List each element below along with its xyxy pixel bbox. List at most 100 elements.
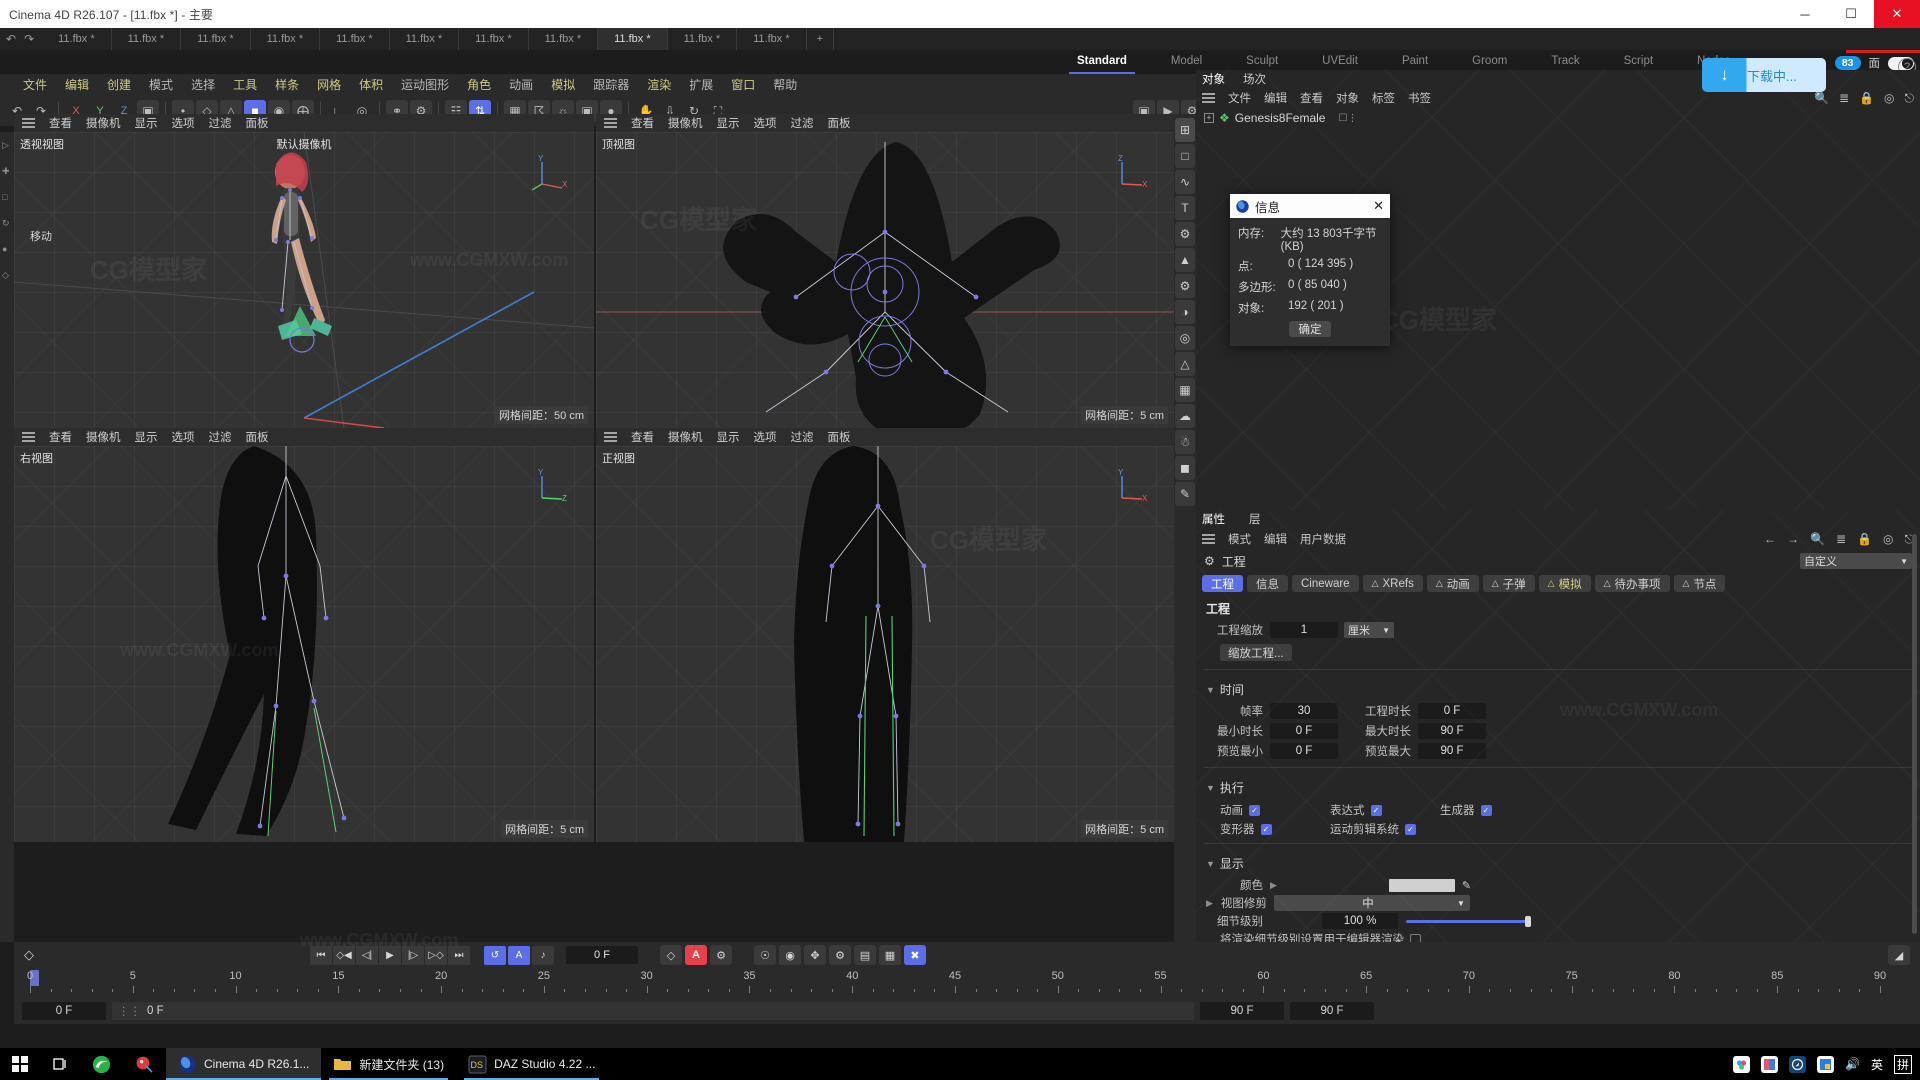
vp-menu-camera[interactable]: 摄像机 xyxy=(86,429,121,445)
time-group-header[interactable]: ▼ 时间 xyxy=(1206,676,1920,701)
vp-menu-display[interactable]: 显示 xyxy=(135,429,158,445)
document-tab[interactable]: 11.fbx * xyxy=(459,28,529,50)
vp-menu-options[interactable]: 选项 xyxy=(754,115,777,131)
vp-menu-panel[interactable]: 面板 xyxy=(246,429,269,445)
point-level-icon[interactable]: ▦ xyxy=(879,945,901,965)
menu-item[interactable]: 选择 xyxy=(182,74,224,96)
back-arrow-icon[interactable]: ← xyxy=(1764,532,1776,547)
mograph-icon[interactable]: ▦ xyxy=(1175,378,1195,402)
attr-tab-动画[interactable]: △ 动画 xyxy=(1426,575,1479,592)
task-view-button[interactable] xyxy=(40,1048,80,1080)
ime-english-label[interactable]: 英 xyxy=(1871,1056,1883,1073)
om-menu-file[interactable]: 文件 xyxy=(1228,90,1251,106)
attribute-menu-icon[interactable] xyxy=(1202,534,1215,544)
menu-item[interactable]: 动画 xyxy=(500,74,542,96)
om-menu-view[interactable]: 查看 xyxy=(1300,90,1323,106)
menu-item[interactable]: 样条 xyxy=(266,74,308,96)
chevron-right-icon[interactable]: ▶ xyxy=(1206,898,1213,909)
menu-item[interactable]: 帮助 xyxy=(764,74,806,96)
time-field-input[interactable]: 90 F xyxy=(1418,743,1486,759)
vp-menu-filter[interactable]: 过滤 xyxy=(209,429,232,445)
vp-menu-panel[interactable]: 面板 xyxy=(828,115,851,131)
autokey-record-icon[interactable]: A xyxy=(685,945,707,965)
taskbar-item-daz[interactable]: DS DAZ Studio 4.22 ... xyxy=(456,1048,607,1080)
volume-icon[interactable]: ◼ xyxy=(1175,456,1195,480)
vp-menu-filter[interactable]: 过滤 xyxy=(791,115,814,131)
attr-tab-待办事项[interactable]: △ 待办事项 xyxy=(1594,575,1670,592)
app-compass-icon[interactable] xyxy=(1789,1055,1807,1073)
taskbar-item-edge[interactable] xyxy=(80,1048,123,1080)
viewport-top[interactable]: 顶视图 网格间距：5 cm Z X xyxy=(596,132,1174,428)
color-swatch[interactable] xyxy=(1388,878,1455,892)
menu-item[interactable]: 跟踪器 xyxy=(584,74,638,96)
tab-objects[interactable]: 对象 xyxy=(1202,71,1225,87)
taskbar-item-paint[interactable] xyxy=(123,1048,166,1080)
close-button[interactable]: ✕ xyxy=(1874,0,1920,28)
filter-icon[interactable]: ≣ xyxy=(1839,91,1849,106)
time-field-input[interactable]: 0 F xyxy=(1418,703,1486,719)
menu-item[interactable]: 扩展 xyxy=(680,74,722,96)
taskbar-item-folder[interactable]: 新建文件夹 (13) xyxy=(321,1048,456,1080)
camera-lens-icon[interactable]: ◎ xyxy=(1175,326,1195,350)
viewport-menu-icon[interactable] xyxy=(604,118,617,128)
attr-tab-XRefs[interactable]: △ XRefs xyxy=(1362,575,1423,592)
vp-menu-camera[interactable]: 摄像机 xyxy=(86,115,121,131)
minimize-button[interactable]: ─ xyxy=(1782,0,1828,28)
menu-item[interactable]: 体积 xyxy=(350,74,392,96)
execute-check-item[interactable]: 运动剪辑系统 ✓ xyxy=(1330,821,1440,837)
go-to-end-button[interactable]: ⏭ xyxy=(448,945,470,965)
forward-arrow-icon[interactable]: → xyxy=(1787,532,1799,547)
execute-check-item[interactable]: 动画 ✓ xyxy=(1220,802,1330,818)
execute-group-header[interactable]: ▼ 执行 xyxy=(1206,774,1920,799)
am-menu-userdata[interactable]: 用户数据 xyxy=(1300,531,1346,547)
redo-icon[interactable]: ↷ xyxy=(24,32,34,46)
execute-checkbox[interactable]: ✓ xyxy=(1405,823,1416,835)
display-group-header[interactable]: ▼ 显示 xyxy=(1206,850,1920,875)
om-menu-tag[interactable]: 标签 xyxy=(1372,90,1395,106)
menu-item[interactable]: 渲染 xyxy=(638,74,680,96)
attr-tab-Cineware[interactable]: Cineware xyxy=(1292,575,1359,592)
next-frame-button[interactable]: |▷ xyxy=(402,945,424,965)
popout-icon[interactable]: ⎋ xyxy=(1905,91,1915,106)
attr-tab-工程[interactable]: 工程 xyxy=(1202,575,1243,592)
maximize-button[interactable]: ☐ xyxy=(1828,0,1874,28)
object-name[interactable]: Genesis8Female xyxy=(1235,111,1326,125)
close-icon[interactable]: ✕ xyxy=(1373,198,1384,214)
floor-icon[interactable]: △ xyxy=(1175,352,1195,376)
sound-toggle-icon[interactable]: ♪ xyxy=(532,945,554,965)
view-clipping-dropdown[interactable]: 中 ▼ xyxy=(1273,895,1470,911)
keyframe-settings-icon[interactable]: ⚙ xyxy=(710,945,732,965)
rail-extra-icon[interactable]: ◇ xyxy=(2,270,12,280)
attr-tab-节点[interactable]: △ 节点 xyxy=(1673,575,1726,592)
execute-checkbox[interactable]: ✓ xyxy=(1249,804,1260,816)
om-menu-object[interactable]: 对象 xyxy=(1336,90,1359,106)
viewport-menu-icon[interactable] xyxy=(604,432,617,442)
timeline-ruler[interactable]: 0 5 10 15 20 25 30 35 40 45 50 55 60 65 70 75 80 85 90 xyxy=(14,968,1920,998)
autokey-toggle-icon[interactable]: A xyxy=(508,945,530,965)
range-handle-icon[interactable]: ⋮⋮ xyxy=(118,1004,141,1018)
execute-checkbox[interactable]: ✓ xyxy=(1370,804,1382,816)
menu-item[interactable]: 工具 xyxy=(224,74,266,96)
attr-tab-模拟[interactable]: △ 模拟 xyxy=(1538,575,1591,592)
simulation-icon[interactable]: ☁ xyxy=(1175,404,1195,428)
deformer-green-icon[interactable]: ▲ xyxy=(1175,248,1195,272)
taskbar-item-cinema4d[interactable]: Cinema 4D R26.1... xyxy=(166,1048,322,1080)
filter-icon[interactable]: ≣ xyxy=(1836,532,1846,547)
timeline-end-field[interactable]: 90 F xyxy=(1200,1002,1284,1020)
time-field-input[interactable]: 30 xyxy=(1270,703,1338,719)
vp-menu-camera[interactable]: 摄像机 xyxy=(668,115,703,131)
target-icon[interactable]: ◎ xyxy=(1883,532,1893,547)
viewport-right[interactable]: 右视图 网格间距：5 cm Y Z xyxy=(14,446,594,842)
menu-item[interactable]: 创建 xyxy=(98,74,140,96)
position-key-icon[interactable]: ☉ xyxy=(754,945,776,965)
search-icon[interactable]: 🔍 xyxy=(1810,532,1825,547)
loop-toggle-icon[interactable]: ↺ xyxy=(484,945,506,965)
viewport-menu-icon[interactable] xyxy=(22,118,35,128)
execute-check-item[interactable]: 生成器 ✓ xyxy=(1440,802,1550,818)
document-tab[interactable]: 11.fbx * xyxy=(390,28,460,50)
cube-primitive-icon[interactable]: □ xyxy=(1175,144,1195,168)
menu-item[interactable]: 编辑 xyxy=(56,74,98,96)
lock-icon[interactable]: 🔒 xyxy=(1859,91,1874,106)
document-tab[interactable]: 11.fbx * xyxy=(112,28,182,50)
menu-item[interactable]: 运动图形 xyxy=(392,74,458,96)
